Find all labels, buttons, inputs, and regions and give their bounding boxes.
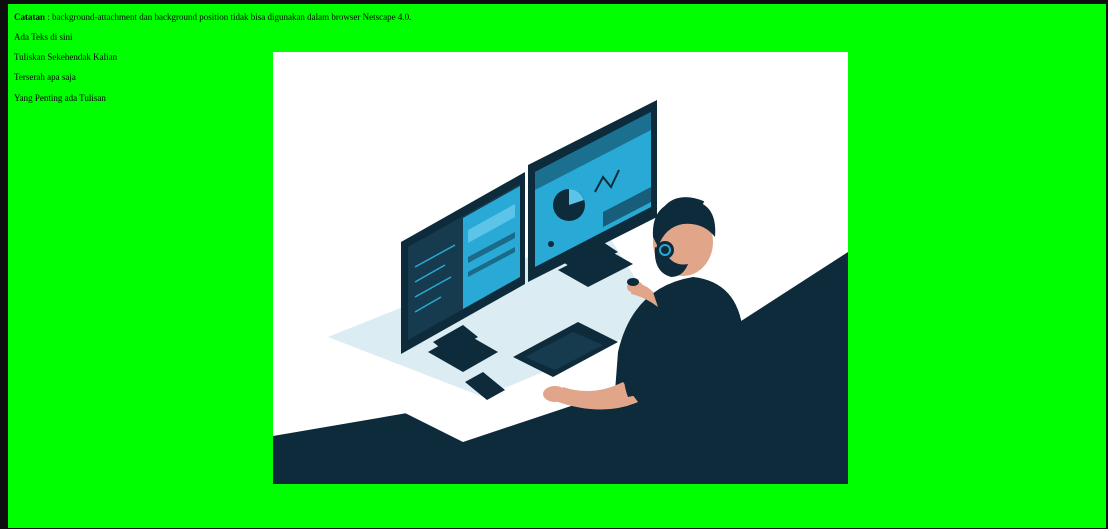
text-line-3: Terserah apa saja xyxy=(14,72,76,82)
note-label: Catatan xyxy=(14,12,45,22)
right-monitor xyxy=(528,100,657,287)
browser-frame: Catatan : background-attachment dan back… xyxy=(0,0,1108,529)
person-at-dual-monitors-illustration xyxy=(273,100,848,484)
workstation-illustration xyxy=(273,52,848,484)
text-line-2: Tuliskan Sekehendak Kalian xyxy=(14,52,118,62)
text-line-4: Yang Penting ada Tulisan xyxy=(14,93,106,103)
page-body: Catatan : background-attachment dan back… xyxy=(8,4,1106,528)
note-text: : background-attachment dan background p… xyxy=(45,12,412,22)
note-paragraph: Catatan : background-attachment dan back… xyxy=(14,12,411,23)
text-line-1: Ada Teks di sini xyxy=(14,32,73,42)
